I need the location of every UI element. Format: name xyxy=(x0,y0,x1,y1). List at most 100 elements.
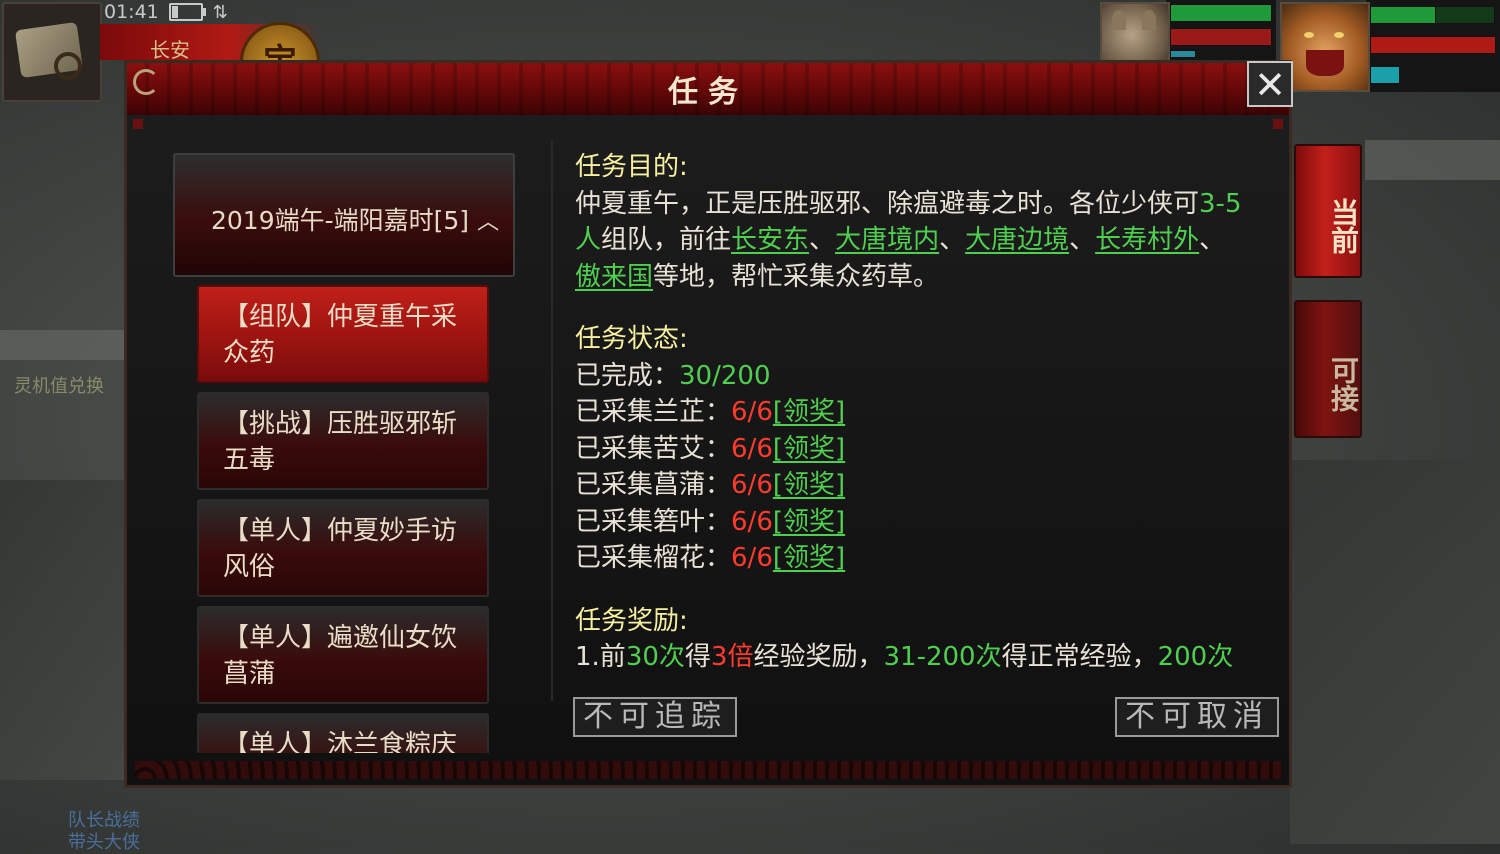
task-title-line2: 众药 xyxy=(223,338,276,368)
tab-current-tasks[interactable]: 当前 xyxy=(1294,144,1362,278)
place-link-changshou-outer[interactable]: 长寿村外 xyxy=(1095,225,1199,255)
task-title-line2: 菖蒲 xyxy=(223,659,276,689)
pet-portrait[interactable] xyxy=(1100,2,1170,68)
completed-value: 30/200 xyxy=(679,360,771,391)
corner-ornament-tl xyxy=(133,119,143,129)
background-wall-left xyxy=(0,330,125,360)
herb-count: 6/6 xyxy=(731,470,773,500)
objective-text-2: 组队，前往 xyxy=(601,225,732,255)
hero-sp-bar xyxy=(1370,66,1400,84)
task-list[interactable]: 【组队】仲夏重午采 众药 【挑战】压胜驱邪斩 五毒 【单人】仲夏妙手访 风俗 【… xyxy=(197,285,493,753)
reward-highlight: 30次 xyxy=(625,642,685,672)
task-item[interactable]: 【单人】仲夏妙手访 风俗 xyxy=(197,499,489,597)
herb-row: 已采集菖蒲：6/6[领奖] xyxy=(575,467,1247,504)
hero-hp-bar-empty xyxy=(1435,6,1495,24)
claim-reward-link[interactable]: [领奖] xyxy=(773,507,845,537)
task-item[interactable]: 【挑战】压胜驱邪斩 五毒 xyxy=(197,392,489,490)
place-link-datang-inner[interactable]: 大唐境内 xyxy=(835,225,939,255)
status-title: 任务状态: xyxy=(575,324,688,354)
pet-mp-bar xyxy=(1170,28,1272,46)
reward-title: 任务奖励: xyxy=(575,605,688,636)
pet-exp-bar xyxy=(1170,50,1196,58)
category-name: 2019端午-端阳嘉时[5] xyxy=(211,206,470,235)
magnifier-icon xyxy=(54,52,82,80)
reward-multiplier: 3倍 xyxy=(710,642,754,672)
place-link-aolai[interactable]: 傲来国 xyxy=(575,262,653,292)
hero-mp-bar xyxy=(1370,36,1496,54)
herb-label: 已采集榴花： xyxy=(575,543,732,573)
claim-reward-link[interactable]: [领奖] xyxy=(773,543,845,573)
claim-reward-link[interactable]: [领奖] xyxy=(773,397,845,427)
pet-ear-left xyxy=(1112,10,1126,30)
herb-label: 已采集菖蒲： xyxy=(575,470,732,500)
task-title-line1: 【单人】遍邀仙女饮 xyxy=(223,623,458,653)
uncancelable-button[interactable]: 不可取消 xyxy=(1115,697,1279,737)
separator: 、 xyxy=(1199,225,1226,255)
dialog-title: 任务 xyxy=(668,75,748,110)
leader-label[interactable]: 带头大侠 xyxy=(68,828,140,854)
task-title-line1: 【挑战】压胜驱邪斩 xyxy=(223,409,458,439)
background-roof-right xyxy=(1290,460,1500,844)
dialog-header: 任务 ✕ xyxy=(127,61,1293,117)
claim-reward-link[interactable]: [领奖] xyxy=(773,470,845,500)
reward-text-part: 经验奖励， xyxy=(753,642,884,672)
tab-available-tasks[interactable]: 可接 xyxy=(1294,300,1362,438)
world-map-button[interactable] xyxy=(2,2,102,102)
reward-highlight: 31-200次 xyxy=(883,642,1002,672)
herb-label: 已采集苦艾： xyxy=(575,433,732,464)
task-item-selected[interactable]: 【组队】仲夏重午采 众药 xyxy=(197,285,489,383)
hero-mouth xyxy=(1306,50,1344,76)
completed-label: 已完成： xyxy=(575,360,680,391)
herb-row: 已采集榴花：6/6[领奖] xyxy=(575,540,1247,577)
category-label: 2019端午-端阳嘉时[5] ︿ xyxy=(211,201,499,237)
task-category-header[interactable]: 2019端午-端阳嘉时[5] ︿ xyxy=(173,153,515,277)
herb-row: 已采集箬叶：6/6[领奖] xyxy=(575,504,1247,541)
task-detail-panel: 任务目的: 仲夏重午，正是压胜驱邪、除瘟避毒之时。各位少侠可3-5人组队，前往长… xyxy=(575,149,1247,676)
corner-ornament-tr xyxy=(1273,119,1283,129)
task-title-line2: 风俗 xyxy=(223,552,276,582)
herb-label: 已采集兰芷： xyxy=(575,397,732,427)
task-title-line1: 【单人】仲夏妙手访 xyxy=(223,516,458,546)
hero-eye-right xyxy=(1334,32,1344,38)
separator: 、 xyxy=(939,225,966,255)
close-icon[interactable]: ✕ xyxy=(1247,61,1293,107)
objective-title: 任务目的: xyxy=(575,152,688,182)
map-label-exchange[interactable]: 灵机值兑换 xyxy=(14,372,104,398)
clock: 01:41 xyxy=(104,1,159,23)
background-wall-right xyxy=(1365,140,1500,180)
hero-hp-bar xyxy=(1370,6,1436,24)
task-title-line2: 五毒 xyxy=(223,445,276,475)
quest-dialog: 任务 ✕ 2019端午-端阳嘉时[5] ︿ 【组队】仲夏重午采 众药 【挑战】压胜… xyxy=(124,60,1293,788)
task-item[interactable]: 【单人】遍邀仙女饮 菖蒲 xyxy=(197,606,489,704)
place-link-changan-east[interactable]: 长安东 xyxy=(731,225,809,255)
background-roof-left xyxy=(0,480,130,780)
task-title-line1: 【组队】仲夏重午采 xyxy=(223,302,458,332)
objective-text: 仲夏重午，正是压胜驱邪、除瘟避毒之时。各位少侠可3-5人组队，前往长安东、大唐境… xyxy=(575,186,1247,296)
untrackable-button[interactable]: 不可追踪 xyxy=(573,697,737,737)
device-status-bar: 01:41 ⇅ xyxy=(104,0,228,24)
pet-ear-right xyxy=(1142,10,1156,30)
panel-divider xyxy=(551,141,553,701)
reward-highlight: 200次 xyxy=(1157,642,1234,672)
objective-text-1: 仲夏重午，正是压胜驱邪、除瘟避毒之时。各位少侠可 xyxy=(575,188,1200,219)
separator: 、 xyxy=(809,225,836,255)
chevron-up-icon: ︿ xyxy=(477,210,500,235)
herb-row: 已采集苦艾：6/6[领奖] xyxy=(575,431,1247,468)
herb-row: 已采集兰芷：6/6[领奖] xyxy=(575,394,1247,431)
separator: 、 xyxy=(1069,225,1096,255)
hero-eye-left xyxy=(1304,32,1314,38)
footer-wave-ornament xyxy=(135,761,1281,779)
reward-text-part: 得 xyxy=(684,642,711,672)
task-title-line1: 【单人】沐兰食粽庆 xyxy=(223,730,458,753)
place-link-datang-border[interactable]: 大唐边境 xyxy=(965,225,1069,255)
pet-hp-bar xyxy=(1170,4,1272,22)
reward-text: 1.前30次得3倍经验奖励，31-200次得正常经验，200次 xyxy=(575,639,1247,676)
herb-count: 6/6 xyxy=(731,543,773,573)
herb-count: 6/6 xyxy=(731,506,773,537)
task-item[interactable]: 【单人】沐兰食粽庆 xyxy=(197,713,489,753)
hero-portrait[interactable] xyxy=(1280,2,1370,92)
claim-reward-link[interactable]: [领奖] xyxy=(773,434,845,464)
herb-label: 已采集箬叶： xyxy=(575,506,732,537)
